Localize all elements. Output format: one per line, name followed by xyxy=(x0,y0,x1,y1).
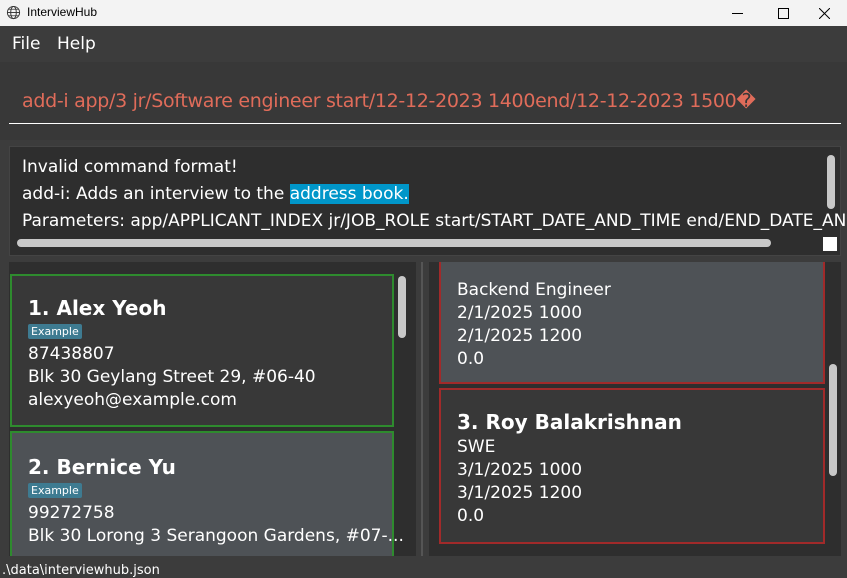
command-underline xyxy=(9,123,841,124)
applicant-address: Blk 30 Lorong 3 Serangoon Gardens, #07-.… xyxy=(28,526,404,546)
globe-icon xyxy=(6,5,21,20)
applicant-name: 1. Alex Yeoh xyxy=(28,296,167,320)
result-line-1: Invalid command format! xyxy=(22,157,238,177)
interview-start: 3/1/2025 1000 xyxy=(457,460,583,480)
minimize-icon xyxy=(731,12,743,14)
data-file-path: .\data\interviewhub.json xyxy=(2,563,160,578)
applicant-tag: Example xyxy=(28,324,82,339)
panel-divider[interactable] xyxy=(421,262,423,556)
applicant-list-scrollbar[interactable] xyxy=(398,276,406,338)
list-panels: 1. Alex Yeoh Example 87438807 Blk 30 Gey… xyxy=(0,262,847,556)
close-icon xyxy=(818,7,830,19)
command-input[interactable]: add-i app/3 jr/Software engineer start/1… xyxy=(22,90,756,112)
close-button[interactable] xyxy=(801,0,847,26)
result-line-3: Parameters: app/APPLICANT_INDEX jr/JOB_R… xyxy=(22,211,847,231)
applicant-phone: 87438807 xyxy=(28,344,115,364)
minimize-button[interactable] xyxy=(714,0,760,26)
applicant-card[interactable]: 1. Alex Yeoh Example 87438807 Blk 30 Gey… xyxy=(10,274,394,427)
result-line-2: add-i: Adds an interview to the address … xyxy=(22,184,409,204)
interview-list[interactable]: Backend Engineer 2/1/2025 1000 2/1/2025 … xyxy=(429,262,841,556)
interview-card[interactable]: Backend Engineer 2/1/2025 1000 2/1/2025 … xyxy=(439,262,825,384)
result-vertical-scrollbar[interactable] xyxy=(827,155,835,209)
applicant-card[interactable]: 2. Bernice Yu Example 99272758 Blk 30 Lo… xyxy=(10,431,404,556)
interview-rating: 0.0 xyxy=(457,349,485,369)
result-selection: address book. xyxy=(289,184,409,204)
interview-rating: 0.0 xyxy=(457,506,485,526)
scroll-corner xyxy=(823,237,837,251)
maximize-icon xyxy=(777,7,789,19)
interview-card[interactable]: 3. Roy Balakrishnan SWE 3/1/2025 1000 3/… xyxy=(439,388,825,544)
applicant-email: alexyeoh@example.com xyxy=(28,390,237,410)
result-line-2-text: add-i: Adds an interview to the xyxy=(22,184,290,204)
menu-file[interactable]: File xyxy=(12,34,40,54)
interview-start: 2/1/2025 1000 xyxy=(457,303,583,323)
interview-job-role: Backend Engineer xyxy=(457,280,611,300)
result-horizontal-scrollbar[interactable] xyxy=(17,239,771,247)
status-bar: .\data\interviewhub.json xyxy=(0,556,847,578)
interview-end: 3/1/2025 1200 xyxy=(457,483,583,503)
window-title: InterviewHub xyxy=(27,5,98,19)
applicant-tag: Example xyxy=(28,483,82,498)
menu-help[interactable]: Help xyxy=(57,34,96,54)
interview-list-scrollbar[interactable] xyxy=(829,364,837,476)
interview-end: 2/1/2025 1200 xyxy=(457,326,583,346)
applicant-phone: 99272758 xyxy=(28,503,115,523)
interview-job-role: SWE xyxy=(457,437,496,457)
applicant-name: 2. Bernice Yu xyxy=(28,455,176,479)
applicant-address: Blk 30 Geylang Street 29, #06-40 xyxy=(28,367,316,387)
menu-bar: File Help xyxy=(0,26,847,62)
interview-applicant-name: 3. Roy Balakrishnan xyxy=(457,410,682,434)
command-box: add-i app/3 jr/Software engineer start/1… xyxy=(0,62,847,140)
result-display[interactable]: Invalid command format! add-i: Adds an i… xyxy=(9,146,847,256)
title-bar: InterviewHub xyxy=(0,0,847,26)
maximize-button[interactable] xyxy=(760,0,806,26)
applicant-list[interactable]: 1. Alex Yeoh Example 87438807 Blk 30 Gey… xyxy=(9,262,416,556)
